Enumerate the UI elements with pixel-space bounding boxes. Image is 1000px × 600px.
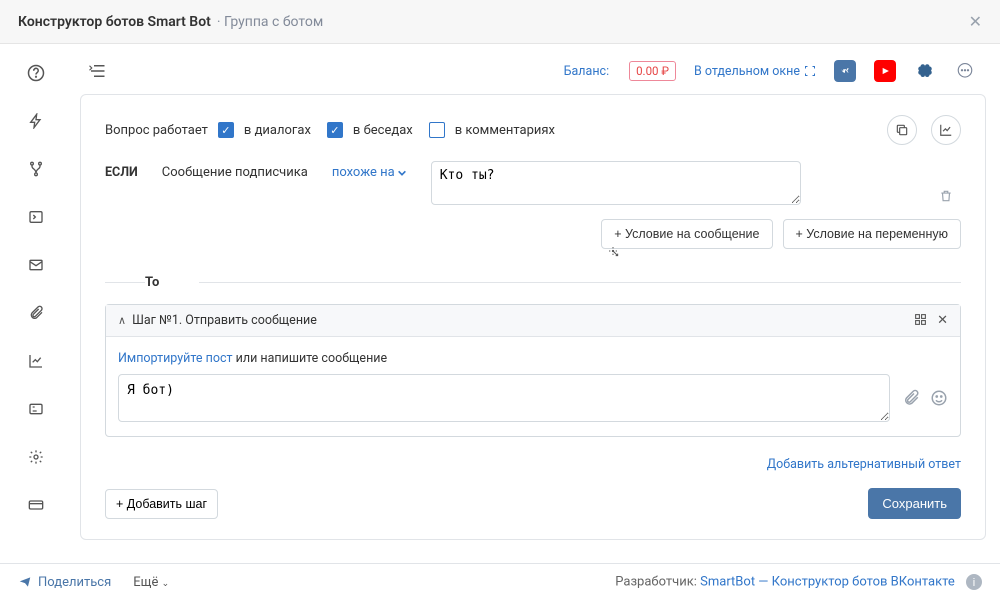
import-hint: Импортируйте пост или напишите сообщение: [118, 351, 948, 366]
share-link[interactable]: Поделиться: [18, 575, 111, 590]
lightning-icon[interactable]: [27, 112, 45, 130]
vk-icon[interactable]: [834, 60, 856, 82]
developer-info: Разработчик: SmartBot — Конструктор бото…: [615, 574, 982, 590]
step-block: ∧ Шаг №1. Отправить сообщение ✕ Импортир…: [105, 304, 961, 437]
attach-icon[interactable]: [902, 389, 920, 407]
more-dropdown[interactable]: Ещё ⌄: [133, 575, 169, 590]
branch-icon[interactable]: [27, 160, 45, 178]
add-variable-condition-button[interactable]: + Условие на переменную: [783, 219, 962, 249]
copy-button[interactable]: [887, 115, 917, 145]
delete-icon[interactable]: [939, 189, 953, 203]
checkbox-comments[interactable]: [429, 122, 445, 138]
question-works-label: Вопрос работает: [105, 123, 208, 138]
add-alternative-link[interactable]: Добавить альтернативный ответ: [105, 457, 961, 472]
topbar: Баланс: 0.00 ₽ В отдельном окне: [72, 44, 986, 94]
app-title: Конструктор ботов Smart Bot: [18, 14, 211, 30]
card-icon[interactable]: [27, 400, 45, 418]
match-type-dropdown[interactable]: похоже на: [332, 161, 407, 180]
step-header[interactable]: ∧ Шаг №1. Отправить сообщение ✕: [106, 305, 960, 337]
checkbox-comments-label: в комментариях: [455, 123, 555, 138]
chevron-up-icon: ∧: [118, 314, 126, 327]
group-name: · Группа с ботом: [217, 14, 323, 30]
footer: Поделиться Ещё ⌄ Разработчик: SmartBot —…: [0, 563, 1000, 600]
trigger-text-input[interactable]: [431, 161, 801, 205]
add-message-condition-button[interactable]: + Условие на сообщение: [601, 219, 772, 249]
save-button[interactable]: Сохранить: [868, 488, 961, 519]
attachment-icon[interactable]: [27, 304, 45, 322]
chart-button[interactable]: [931, 115, 961, 145]
checkbox-chats[interactable]: ✓: [327, 122, 343, 138]
chat-bubble-icon[interactable]: [954, 60, 976, 82]
window-header: Конструктор ботов Smart Bot · Группа с б…: [0, 0, 1000, 44]
youtube-icon[interactable]: [874, 60, 896, 82]
response-input[interactable]: [118, 374, 890, 422]
cursor-icon: [607, 245, 623, 261]
step-close-icon[interactable]: ✕: [937, 313, 948, 328]
developer-link[interactable]: SmartBot — Конструктор ботов ВКонтакте: [700, 575, 955, 590]
checkbox-dialogs[interactable]: ✓: [218, 122, 234, 138]
if-label: ЕСЛИ: [105, 161, 138, 180]
left-sidebar: [0, 44, 72, 564]
grid-icon[interactable]: [914, 313, 927, 328]
settings-icon[interactable]: [27, 448, 45, 466]
add-step-button[interactable]: + Добавить шаг: [105, 489, 218, 519]
import-post-link[interactable]: Импортируйте пост: [118, 351, 233, 366]
subscriber-message-label: Сообщение подписчика: [162, 161, 308, 180]
then-label: То: [145, 275, 159, 290]
balance-value[interactable]: 0.00 ₽: [629, 61, 676, 81]
terminal-icon[interactable]: [27, 208, 45, 226]
step-title: Шаг №1. Отправить сообщение: [132, 313, 317, 328]
menu-icon[interactable]: [88, 64, 106, 78]
checkbox-chats-label: в беседах: [353, 123, 413, 138]
mail-icon[interactable]: [27, 256, 45, 274]
checkbox-dialogs-label: в диалогах: [244, 123, 311, 138]
emoji-icon[interactable]: [930, 389, 948, 407]
close-icon[interactable]: ✕: [969, 12, 982, 31]
balance-label: Баланс:: [564, 64, 609, 79]
stats-icon[interactable]: [27, 352, 45, 370]
new-window-link[interactable]: В отдельном окне: [694, 64, 816, 79]
credit-icon[interactable]: [27, 496, 45, 514]
brain-icon[interactable]: [914, 60, 936, 82]
rule-panel: Вопрос работает ✓ в диалогах ✓ в беседах…: [80, 94, 986, 540]
info-icon[interactable]: i: [966, 574, 982, 590]
help-icon[interactable]: [27, 64, 45, 82]
